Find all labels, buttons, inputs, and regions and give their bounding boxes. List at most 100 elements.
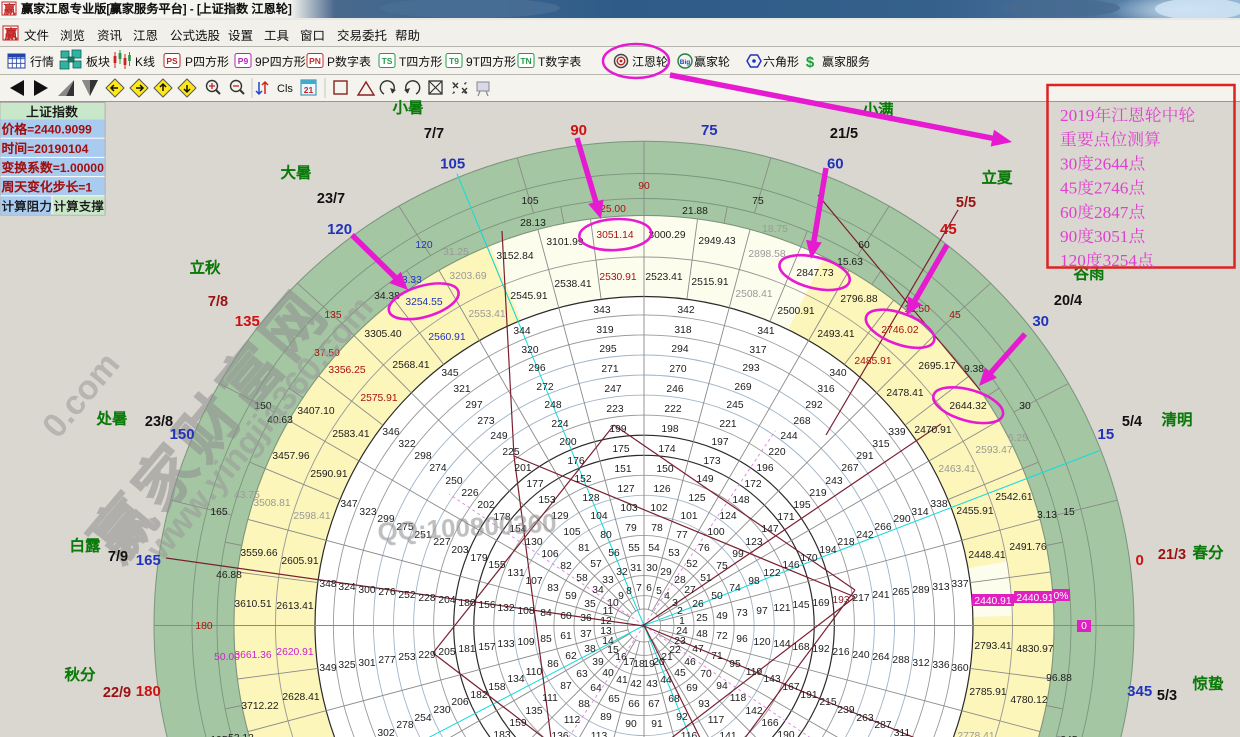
svg-text:169: 169: [812, 598, 829, 609]
svg-text:150: 150: [170, 426, 195, 443]
svg-text:56: 56: [608, 548, 620, 559]
svg-text:38: 38: [584, 644, 596, 655]
svg-text:7/9: 7/9: [108, 549, 128, 565]
svg-text:121: 121: [773, 603, 790, 614]
svg-text:45: 45: [940, 221, 957, 238]
svg-text:2538.41: 2538.41: [554, 279, 591, 290]
svg-text:90: 90: [638, 181, 650, 192]
svg-text:49: 49: [716, 611, 728, 622]
svg-text:2644: 2644: [1094, 154, 1129, 173]
svg-text:97: 97: [756, 606, 768, 617]
svg-text:91: 91: [651, 719, 663, 730]
svg-text:T: T: [399, 55, 407, 69]
svg-text:143: 143: [763, 674, 780, 685]
svg-text:2746: 2746: [1094, 179, 1129, 198]
svg-text:2485.91: 2485.91: [854, 356, 891, 367]
svg-text:92: 92: [676, 712, 688, 723]
svg-text:267: 267: [841, 463, 858, 474]
svg-text:200: 200: [559, 437, 576, 448]
svg-text:183: 183: [493, 730, 510, 737]
svg-text:216: 216: [832, 647, 849, 658]
svg-text:135: 135: [525, 706, 542, 717]
svg-text:71: 71: [711, 651, 723, 662]
svg-text:2847.73: 2847.73: [796, 268, 833, 279]
svg-text:28.13: 28.13: [520, 218, 546, 229]
svg-text:120: 120: [327, 221, 352, 238]
svg-text:5/3: 5/3: [1157, 688, 1177, 704]
svg-text:2796.88: 2796.88: [840, 294, 877, 305]
svg-text:341: 341: [757, 326, 774, 337]
svg-text:360: 360: [951, 663, 968, 674]
svg-text:347: 347: [340, 499, 357, 510]
svg-text:15: 15: [1098, 426, 1115, 443]
svg-text:40: 40: [602, 668, 614, 679]
svg-text:266: 266: [874, 522, 891, 533]
svg-text:6.25: 6.25: [1008, 433, 1028, 444]
svg-text:277: 277: [378, 655, 395, 666]
svg-text:=1: =1: [78, 180, 92, 194]
svg-text:PN: PN: [309, 56, 321, 66]
svg-text:61: 61: [560, 631, 572, 642]
svg-text:339: 339: [888, 427, 905, 438]
svg-text:152: 152: [574, 474, 591, 485]
svg-text:90: 90: [570, 122, 587, 139]
svg-text:25.00: 25.00: [600, 204, 626, 215]
svg-text:252: 252: [398, 590, 415, 601]
svg-text:3407.10: 3407.10: [297, 406, 334, 417]
svg-text:105: 105: [521, 196, 538, 207]
svg-text:23: 23: [674, 636, 686, 647]
svg-text:43: 43: [646, 679, 658, 690]
svg-text:345: 345: [441, 368, 458, 379]
svg-text:2593.47: 2593.47: [975, 445, 1012, 456]
svg-text:2455.91: 2455.91: [956, 506, 993, 517]
svg-text:60: 60: [827, 156, 844, 173]
svg-text:47: 47: [692, 644, 704, 655]
svg-text:7/7: 7/7: [424, 126, 444, 142]
svg-text:158: 158: [488, 682, 505, 693]
svg-text:167: 167: [782, 682, 799, 693]
svg-text:120: 120: [753, 637, 770, 648]
svg-text:268: 268: [793, 416, 810, 427]
svg-text:206: 206: [451, 697, 468, 708]
svg-text:101: 101: [680, 511, 697, 522]
svg-text:120: 120: [415, 240, 432, 251]
svg-text:124: 124: [719, 511, 736, 522]
svg-text:75: 75: [716, 561, 728, 572]
svg-text:171: 171: [777, 512, 794, 523]
svg-text:311: 311: [894, 728, 911, 737]
svg-text:287: 287: [874, 720, 891, 731]
svg-text:254: 254: [414, 713, 431, 724]
svg-text:81: 81: [578, 543, 590, 554]
svg-text:94: 94: [716, 681, 728, 692]
svg-text:290: 290: [893, 514, 910, 525]
svg-text:337: 337: [951, 579, 968, 590]
svg-text:84: 84: [540, 608, 552, 619]
svg-text:240: 240: [852, 650, 869, 661]
svg-text:3000.29: 3000.29: [648, 230, 685, 241]
svg-text:133: 133: [497, 639, 514, 650]
svg-text:120: 120: [1060, 251, 1086, 270]
svg-text:122: 122: [763, 568, 780, 579]
svg-text:173: 173: [703, 456, 720, 467]
svg-text:3.13: 3.13: [1037, 510, 1057, 521]
svg-text:269: 269: [734, 382, 751, 393]
svg-text:338: 338: [930, 499, 947, 510]
svg-text:2898.58: 2898.58: [748, 249, 785, 260]
svg-text:2491.76: 2491.76: [1009, 542, 1046, 553]
svg-text:180: 180: [195, 621, 212, 632]
svg-text:2746.02: 2746.02: [881, 325, 918, 336]
svg-text:58: 58: [576, 573, 588, 584]
svg-text:297: 297: [465, 400, 482, 411]
svg-text:45: 45: [674, 668, 686, 679]
svg-text:298: 298: [414, 451, 431, 462]
svg-text:247: 247: [604, 384, 621, 395]
svg-text:Cls: Cls: [277, 83, 293, 95]
svg-text:5/4: 5/4: [1122, 414, 1142, 430]
svg-text:108: 108: [517, 606, 534, 617]
svg-text:2590.91: 2590.91: [310, 469, 347, 480]
svg-text:3305.40: 3305.40: [364, 329, 401, 340]
svg-text:239: 239: [837, 705, 854, 716]
svg-text:60: 60: [1060, 203, 1077, 222]
svg-text:289: 289: [912, 585, 929, 596]
svg-text:2778.41: 2778.41: [957, 731, 994, 737]
